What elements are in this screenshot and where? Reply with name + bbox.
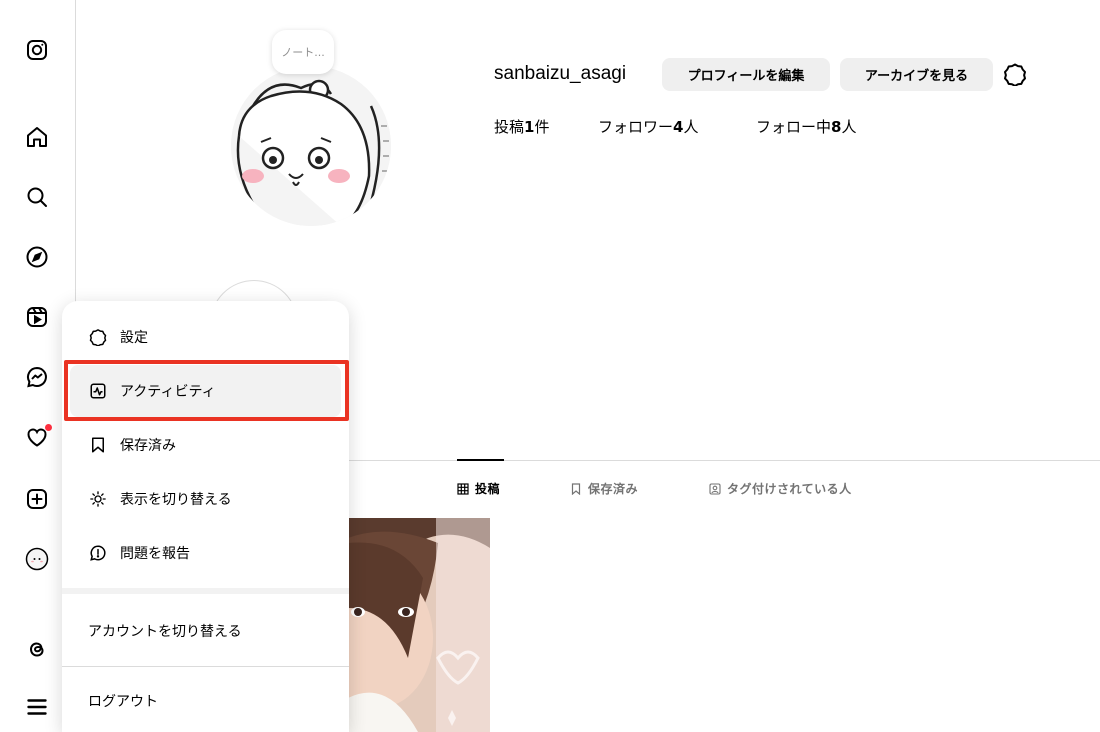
menu-item-label: ログアウト <box>88 694 158 710</box>
settings-gear-icon <box>88 327 108 347</box>
menu-item-switch-account[interactable]: アカウントを切り替える <box>70 605 341 657</box>
note-text: ノート... <box>281 46 325 59</box>
post-photo <box>348 518 490 732</box>
followers-count-stat[interactable]: フォロワー4人 <box>598 116 698 137</box>
avatar-illustration <box>231 66 391 226</box>
reels-icon[interactable] <box>24 304 50 330</box>
menu-item-label: 表示を切り替える <box>120 492 232 508</box>
instagram-logo-icon[interactable] <box>24 37 50 63</box>
following-count-stat[interactable]: フォロー中8人 <box>756 116 856 137</box>
note-bubble[interactable]: ノート... <box>272 30 334 74</box>
post-thumbnail[interactable] <box>348 518 490 732</box>
create-plus-icon[interactable] <box>24 486 50 512</box>
menu-item-label: 設定 <box>120 330 148 346</box>
menu-item-activity[interactable]: アクティビティ <box>70 365 341 417</box>
menu-item-label: 保存済み <box>120 438 176 454</box>
posts-count-stat: 投稿1件 <box>494 118 550 136</box>
view-archive-button[interactable]: アーカイブを見る <box>840 58 993 91</box>
more-options-menu: 設定 アクティビティ 保存済み 表示を切り替える 問題を報告 アカウントを切り替… <box>62 301 349 732</box>
menu-item-report-problem[interactable]: 問題を報告 <box>70 527 341 579</box>
menu-divider <box>62 666 349 667</box>
menu-item-label: アカウントを切り替える <box>88 624 242 640</box>
tab-tagged-label: タグ付けされている人 <box>727 482 852 496</box>
tab-tagged[interactable]: タグ付けされている人 <box>709 480 852 497</box>
menu-item-label: 問題を報告 <box>120 546 190 562</box>
messenger-icon[interactable] <box>24 364 50 390</box>
menu-item-switch-appearance[interactable]: 表示を切り替える <box>70 473 341 525</box>
grid-icon <box>457 482 469 495</box>
tab-posts[interactable]: 投稿 <box>457 480 500 497</box>
tab-posts-label: 投稿 <box>475 482 501 496</box>
menu-divider <box>62 588 349 594</box>
more-menu-icon[interactable] <box>24 694 50 720</box>
home-icon[interactable] <box>24 124 50 150</box>
tab-saved-label: 保存済み <box>588 482 639 496</box>
explore-icon[interactable] <box>24 244 50 270</box>
profile-username: sanbaizu_asagi <box>494 63 627 84</box>
search-icon[interactable] <box>24 184 50 210</box>
notifications-heart-icon[interactable] <box>24 424 52 450</box>
profile-avatar-icon[interactable] <box>24 546 50 572</box>
edit-profile-button[interactable]: プロフィールを編集 <box>662 58 830 91</box>
settings-gear-icon[interactable] <box>1003 62 1027 87</box>
menu-item-saved[interactable]: 保存済み <box>70 419 341 471</box>
bookmark-icon <box>88 435 108 455</box>
notification-dot <box>45 424 52 431</box>
profile-avatar[interactable] <box>231 66 391 226</box>
bookmark-icon <box>571 482 581 495</box>
report-problem-icon <box>88 543 108 563</box>
menu-item-label: アクティビティ <box>120 384 216 400</box>
menu-item-logout[interactable]: ログアウト <box>70 675 341 727</box>
tab-saved[interactable]: 保存済み <box>570 480 638 497</box>
active-tab-indicator <box>457 459 504 461</box>
activity-icon <box>88 381 108 401</box>
threads-icon[interactable] <box>24 636 50 662</box>
menu-item-settings[interactable]: 設定 <box>70 311 341 363</box>
sun-icon <box>88 489 108 509</box>
tagged-person-icon <box>709 482 721 495</box>
